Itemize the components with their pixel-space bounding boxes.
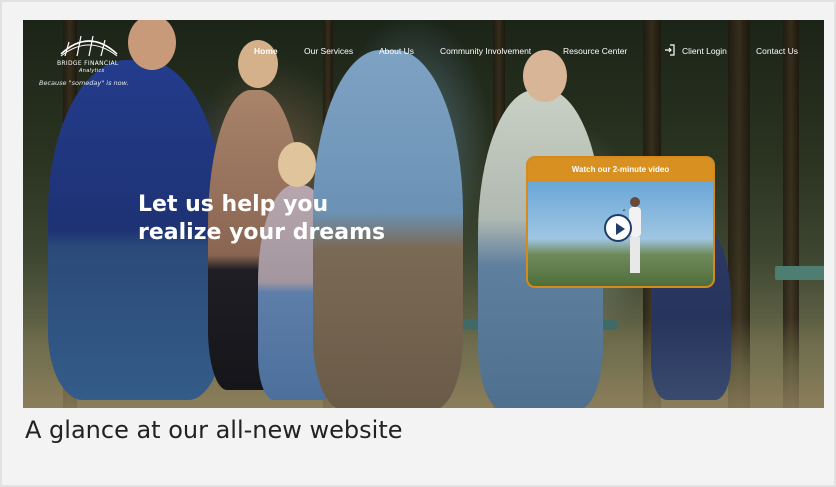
hero-headline: Let us help you realize your dreams <box>138 191 438 247</box>
page-frame: BRIDGE FINANCIAL Analytics Because "some… <box>0 0 836 487</box>
nav-community-involvement[interactable]: Community Involvement <box>440 46 531 56</box>
headline-line-1: Let us help you <box>138 192 329 217</box>
brand-logo[interactable]: BRIDGE FINANCIAL Analytics Because "some… <box>39 30 159 90</box>
page-caption: A glance at our all-new website <box>25 416 403 444</box>
headline-line-2: realize your dreams <box>138 220 386 245</box>
main-navigation: Home Our Services About Us Community Inv… <box>23 43 824 60</box>
brand-name: BRIDGE FINANCIAL <box>57 60 119 67</box>
brand-subtitle: Analytics <box>79 68 105 74</box>
play-button[interactable] <box>604 214 632 242</box>
nav-home[interactable]: Home <box>254 46 278 56</box>
park-bench <box>775 266 824 280</box>
login-icon[interactable] <box>663 43 677 57</box>
nav-our-services[interactable]: Our Services <box>304 46 353 56</box>
nav-contact-us[interactable]: Contact Us <box>756 46 798 56</box>
nav-resource-center[interactable]: Resource Center <box>563 46 627 56</box>
hero-banner: BRIDGE FINANCIAL Analytics Because "some… <box>23 20 824 408</box>
face <box>278 142 316 187</box>
nav-client-login[interactable]: Client Login <box>682 46 727 56</box>
brand-tagline: Because "someday" is now. <box>39 79 129 87</box>
video-title: Watch our 2-minute video <box>528 158 713 181</box>
video-thumbnail[interactable] <box>528 181 713 286</box>
nav-about-us[interactable]: About Us <box>379 46 414 56</box>
video-card[interactable]: Watch our 2-minute video <box>526 156 715 288</box>
